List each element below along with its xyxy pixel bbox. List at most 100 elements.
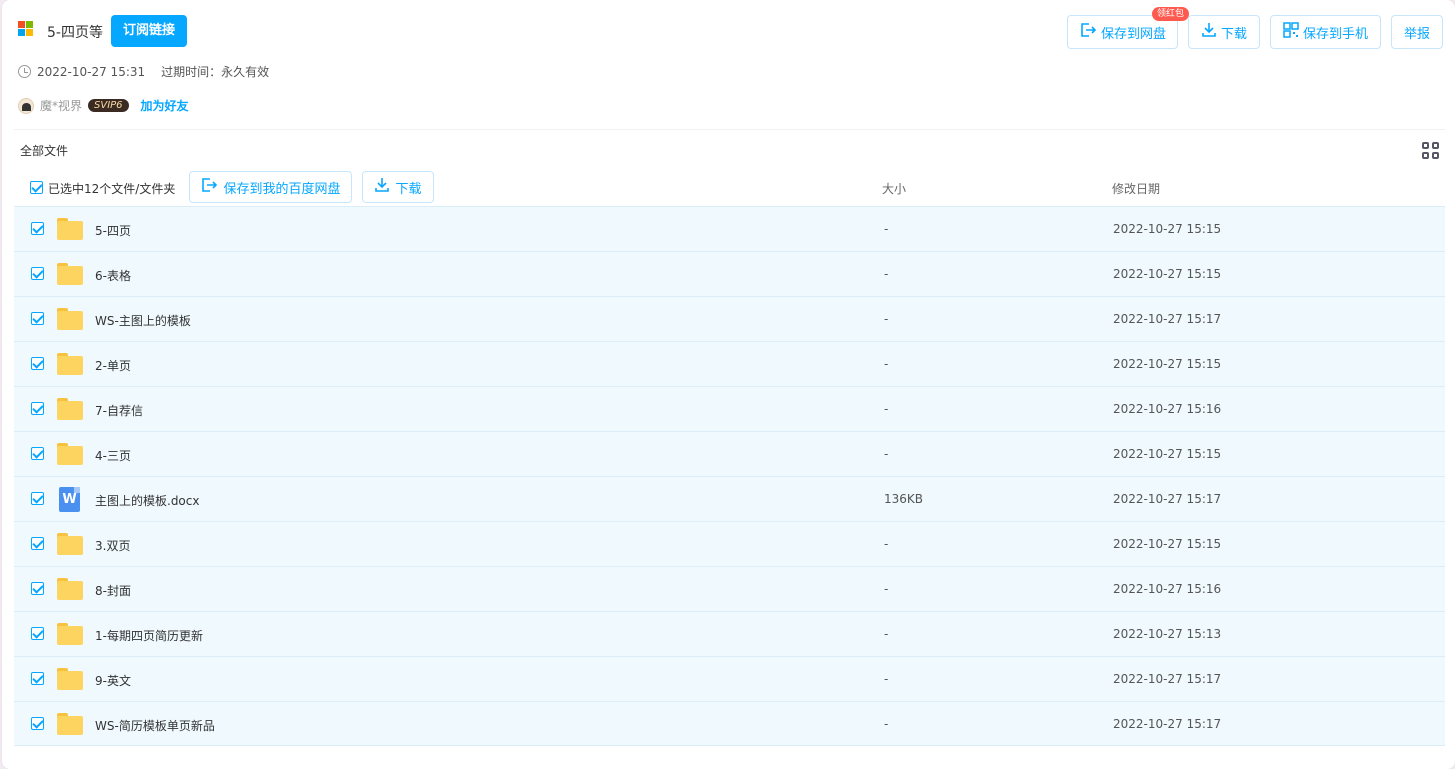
file-size: - — [884, 537, 889, 551]
row-checkbox[interactable] — [31, 222, 44, 235]
windows-logo-icon — [18, 21, 34, 37]
row-checkbox[interactable] — [31, 627, 44, 640]
subscribe-link-button[interactable]: 订阅链接 — [111, 15, 187, 47]
folder-icon — [57, 398, 83, 420]
avatar[interactable] — [18, 97, 34, 114]
file-date: 2022-10-27 15:17 — [1113, 717, 1222, 731]
folder-icon — [57, 623, 83, 645]
file-size: - — [884, 447, 889, 461]
file-list-header: 已选中12个文件/文件夹 保存到我的百度网盘 下载 大小 修改日期 — [14, 168, 1445, 206]
selected-count: 已选中12个文件/文件夹 — [48, 182, 176, 196]
save-to-disk-label: 保存到网盘 — [1100, 26, 1166, 42]
list-item[interactable]: 4-三页 - 2022-10-27 15:15 — [14, 431, 1445, 476]
row-checkbox[interactable] — [31, 267, 44, 280]
row-checkbox[interactable] — [31, 672, 44, 685]
file-date: 2022-10-27 15:15 — [1113, 447, 1222, 461]
file-list: 5-四页 - 2022-10-27 15:15 6-表格 - 2022-10-2… — [14, 206, 1445, 746]
row-checkbox[interactable] — [31, 357, 44, 370]
share-panel: 5-四页等 订阅链接 保存到网盘 领红包 下载 保存到手机 举报 2022-10… — [2, 0, 1455, 769]
list-item[interactable]: 5-四页 - 2022-10-27 15:15 — [14, 206, 1445, 251]
row-checkbox[interactable] — [31, 582, 44, 595]
qr-code-icon — [1283, 22, 1299, 42]
list-item[interactable]: 3.双页 - 2022-10-27 15:15 — [14, 521, 1445, 566]
report-button[interactable]: 举报 — [1391, 15, 1443, 49]
row-checkbox[interactable] — [31, 492, 44, 505]
file-size: - — [884, 222, 889, 236]
share-meta: 2022-10-27 15:31 过期时间：永久有效 — [18, 63, 269, 80]
row-checkbox[interactable] — [31, 402, 44, 415]
share-timestamp: 2022-10-27 15:31 — [37, 64, 146, 79]
file-date: 2022-10-27 15:16 — [1113, 582, 1222, 596]
file-name[interactable]: 6-表格 — [95, 267, 131, 284]
column-header-date[interactable]: 修改日期 — [1112, 180, 1160, 197]
sharer-name[interactable]: 魔*视界 — [40, 97, 82, 114]
download-icon — [1201, 22, 1217, 42]
file-name[interactable]: 4-三页 — [95, 447, 131, 464]
list-item[interactable]: WS-主图上的模板 - 2022-10-27 15:17 — [14, 296, 1445, 341]
red-packet-badge[interactable]: 领红包 — [1152, 7, 1190, 21]
breadcrumb[interactable]: 全部文件 — [20, 142, 68, 159]
expire-text: 过期时间：永久有效 — [161, 65, 270, 79]
file-name[interactable]: 2-单页 — [95, 357, 131, 374]
row-checkbox[interactable] — [31, 537, 44, 550]
save-to-baidu-label: 保存到我的百度网盘 — [223, 181, 341, 197]
list-item[interactable]: 2-单页 - 2022-10-27 15:15 — [14, 341, 1445, 386]
file-date: 2022-10-27 15:17 — [1113, 672, 1222, 686]
list-item[interactable]: 1-每期四页简历更新 - 2022-10-27 15:13 — [14, 611, 1445, 656]
folder-icon — [57, 668, 83, 690]
list-item[interactable]: WS-简历模板单页新品 - 2022-10-27 15:17 — [14, 701, 1445, 746]
file-date: 2022-10-27 15:15 — [1113, 537, 1222, 551]
save-to-phone-button[interactable]: 保存到手机 — [1270, 15, 1381, 49]
file-size: - — [884, 312, 889, 326]
file-date: 2022-10-27 15:15 — [1113, 267, 1222, 281]
row-checkbox[interactable] — [31, 447, 44, 460]
list-item[interactable]: 6-表格 - 2022-10-27 15:15 — [14, 251, 1445, 296]
save-to-disk-icon — [1079, 22, 1097, 42]
file-name[interactable]: WS-简历模板单页新品 — [95, 717, 215, 734]
file-size: - — [884, 357, 889, 371]
column-header-size[interactable]: 大小 — [882, 180, 906, 197]
file-size: - — [884, 402, 889, 416]
select-all-checkbox[interactable] — [30, 181, 43, 194]
sharer-info: 魔*视界 SVIP6 加为好友 — [18, 97, 189, 114]
file-name[interactable]: 主图上的模板.docx — [95, 492, 199, 509]
download-button[interactable]: 下载 — [1188, 15, 1260, 49]
row-checkbox[interactable] — [31, 717, 44, 730]
folder-icon — [57, 218, 83, 240]
file-size: - — [884, 717, 889, 731]
list-item[interactable]: 9-英文 - 2022-10-27 15:17 — [14, 656, 1445, 701]
file-size: 136KB — [884, 492, 924, 506]
folder-icon — [57, 713, 83, 735]
share-title: 5-四页等 — [47, 25, 103, 41]
file-name[interactable]: 3.双页 — [95, 537, 130, 554]
add-friend-link[interactable]: 加为好友 — [141, 97, 189, 114]
folder-icon — [57, 578, 83, 600]
file-name[interactable]: 1-每期四页简历更新 — [95, 627, 203, 644]
header-divider — [14, 129, 1445, 130]
list-download-button[interactable]: 下载 — [362, 171, 434, 203]
file-size: - — [884, 267, 889, 281]
grid-view-icon[interactable] — [1422, 142, 1439, 159]
file-date: 2022-10-27 15:15 — [1113, 222, 1222, 236]
file-date: 2022-10-27 15:17 — [1113, 312, 1222, 326]
clock-icon — [18, 65, 31, 78]
report-label: 举报 — [1403, 26, 1430, 42]
list-item[interactable]: 7-自荐信 - 2022-10-27 15:16 — [14, 386, 1445, 431]
save-to-baidu-button[interactable]: 保存到我的百度网盘 — [189, 171, 352, 203]
file-date: 2022-10-27 15:16 — [1113, 402, 1222, 416]
list-item[interactable]: 8-封面 - 2022-10-27 15:16 — [14, 566, 1445, 611]
list-item[interactable]: W 主图上的模板.docx 136KB 2022-10-27 15:17 — [14, 476, 1445, 521]
file-name[interactable]: 5-四页 — [95, 222, 131, 239]
file-name[interactable]: 8-封面 — [95, 582, 131, 599]
file-name[interactable]: WS-主图上的模板 — [95, 312, 191, 329]
folder-icon — [57, 533, 83, 555]
file-size: - — [884, 582, 889, 596]
download-label: 下载 — [1220, 26, 1247, 42]
file-date: 2022-10-27 15:13 — [1113, 627, 1222, 641]
save-to-phone-label: 保存到手机 — [1302, 26, 1368, 42]
file-name[interactable]: 9-英文 — [95, 672, 131, 689]
file-name[interactable]: 7-自荐信 — [95, 402, 143, 419]
row-checkbox[interactable] — [31, 312, 44, 325]
folder-icon — [57, 263, 83, 285]
folder-icon — [57, 353, 83, 375]
